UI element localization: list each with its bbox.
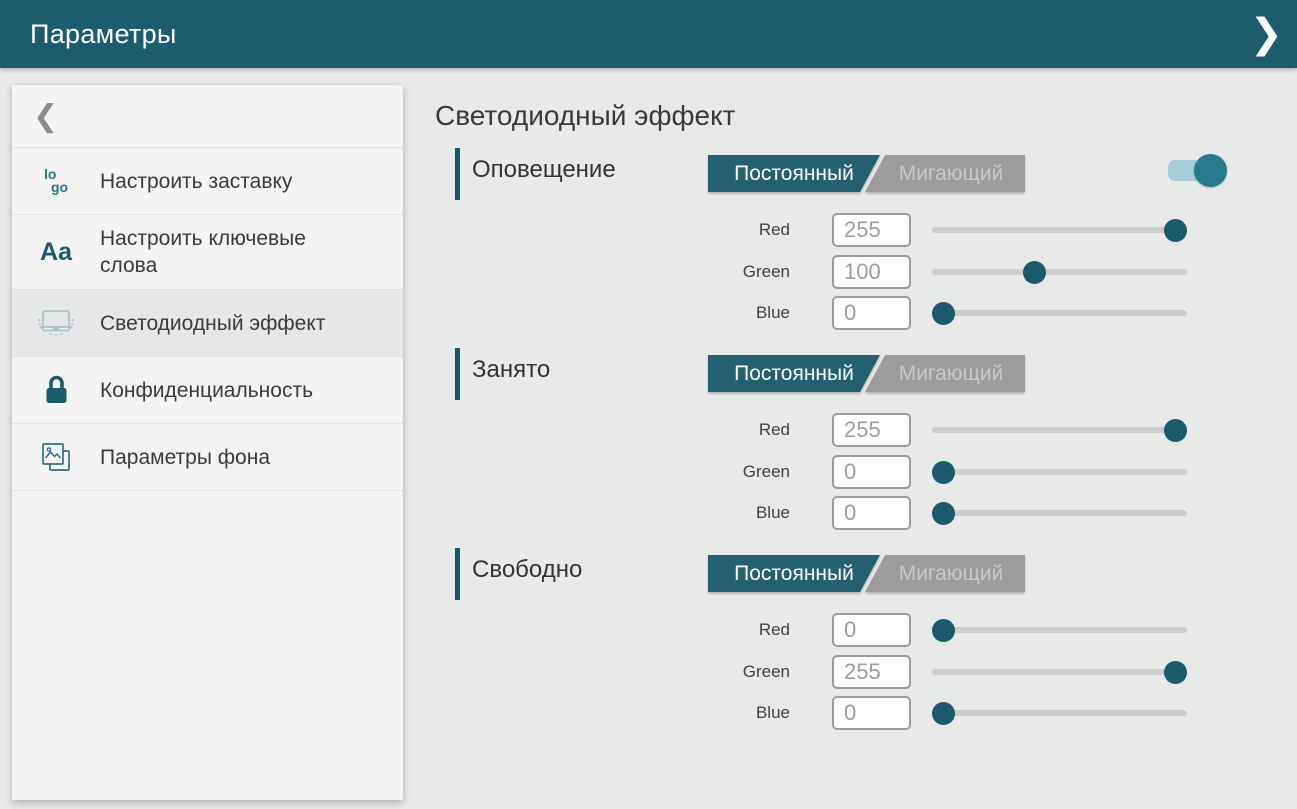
green-label: Green xyxy=(700,262,790,282)
blue-value-input[interactable] xyxy=(832,496,911,530)
blue-label: Blue xyxy=(700,303,790,323)
red-slider[interactable] xyxy=(932,219,1187,242)
sidebar-item-background[interactable]: Параметры фона xyxy=(12,424,403,491)
red-label: Red xyxy=(700,420,790,440)
blue-slider[interactable] xyxy=(932,502,1187,525)
section-name: Свободно xyxy=(472,556,582,584)
sidebar-item-label: Настроить ключевые слова xyxy=(100,215,352,289)
mode-segmented-control: Постоянный Мигающий xyxy=(708,555,1025,592)
section-busy: Занято Постоянный Мигающий Red Green Blu… xyxy=(455,345,1255,545)
led-screen-icon xyxy=(12,308,100,338)
red-value-input[interactable] xyxy=(832,413,911,447)
forward-chevron-icon[interactable]: ❯ xyxy=(1249,14,1283,54)
green-label: Green xyxy=(700,662,790,682)
green-label: Green xyxy=(700,462,790,482)
mode-solid-button[interactable]: Постоянный xyxy=(708,155,880,192)
mode-blinking-button[interactable]: Мигающий xyxy=(865,555,1025,592)
back-chevron-icon: ❮ xyxy=(33,99,58,134)
red-label: Red xyxy=(700,620,790,640)
background-images-icon xyxy=(12,441,100,473)
red-channel-row: Red xyxy=(700,613,1189,647)
enable-toggle-switch[interactable] xyxy=(1168,159,1228,183)
section-accent-bar xyxy=(455,148,460,200)
blue-label: Blue xyxy=(700,503,790,523)
section-accent-bar xyxy=(455,548,460,600)
blue-slider[interactable] xyxy=(932,302,1187,325)
green-value-input[interactable] xyxy=(832,655,911,689)
red-channel-row: Red xyxy=(700,413,1189,447)
sidebar-item-keywords[interactable]: Aa Настроить ключевые слова xyxy=(12,215,403,290)
section-free: Свободно Постоянный Мигающий Red Green B… xyxy=(455,545,1255,745)
sidebar-item-label: Параметры фона xyxy=(100,434,284,481)
red-value-input[interactable] xyxy=(832,213,911,247)
mode-solid-button[interactable]: Постоянный xyxy=(708,355,880,392)
mode-blinking-button[interactable]: Мигающий xyxy=(865,155,1025,192)
red-slider[interactable] xyxy=(932,419,1187,442)
sidebar-item-label: Светодиодный эффект xyxy=(100,300,339,347)
green-channel-row: Green xyxy=(700,255,1189,289)
red-slider[interactable] xyxy=(932,619,1187,642)
red-channel-row: Red xyxy=(700,213,1189,247)
page-title: Параметры xyxy=(30,19,177,50)
mode-blinking-button[interactable]: Мигающий xyxy=(865,355,1025,392)
sidebar-item-privacy[interactable]: Конфиденциальность xyxy=(12,357,403,424)
blue-label: Blue xyxy=(700,703,790,723)
blue-channel-row: Blue xyxy=(700,496,1189,530)
green-slider[interactable] xyxy=(932,661,1187,684)
mode-solid-button[interactable]: Постоянный xyxy=(708,555,880,592)
section-notification: Оповещение Постоянный Мигающий Red Green… xyxy=(455,145,1255,345)
section-name: Занято xyxy=(472,356,550,384)
red-label: Red xyxy=(700,220,790,240)
app-header: Параметры ❯ xyxy=(0,0,1297,68)
keywords-icon: Aa xyxy=(12,238,100,267)
green-slider[interactable] xyxy=(932,261,1187,284)
section-accent-bar xyxy=(455,348,460,400)
sidebar-item-splash-screen[interactable]: lo go Настроить заставку xyxy=(12,148,403,215)
green-value-input[interactable] xyxy=(832,455,911,489)
blue-channel-row: Blue xyxy=(700,296,1189,330)
green-value-input[interactable] xyxy=(832,255,911,289)
lock-icon xyxy=(12,374,100,406)
mode-segmented-control: Постоянный Мигающий xyxy=(708,155,1025,192)
switch-knob[interactable] xyxy=(1194,154,1227,187)
content-title: Светодиодный эффект xyxy=(435,100,736,132)
green-slider[interactable] xyxy=(932,461,1187,484)
section-name: Оповещение xyxy=(472,156,616,184)
green-channel-row: Green xyxy=(700,455,1189,489)
logo-icon: lo go xyxy=(12,168,100,194)
green-channel-row: Green xyxy=(700,655,1189,689)
led-effect-panel: Светодиодный эффект Оповещение Постоянны… xyxy=(403,68,1297,809)
sidebar-back-button[interactable]: ❮ xyxy=(12,85,403,148)
sidebar-item-label: Настроить заставку xyxy=(100,158,306,205)
blue-channel-row: Blue xyxy=(700,696,1189,730)
blue-slider[interactable] xyxy=(932,702,1187,725)
sidebar-item-led-effect[interactable]: Светодиодный эффект xyxy=(12,290,403,357)
red-value-input[interactable] xyxy=(832,613,911,647)
sidebar-item-label: Конфиденциальность xyxy=(100,367,327,414)
settings-sidebar: ❮ lo go Настроить заставку Aa Настроить … xyxy=(12,85,403,800)
blue-value-input[interactable] xyxy=(832,696,911,730)
mode-segmented-control: Постоянный Мигающий xyxy=(708,355,1025,392)
logo-icon-line2: go xyxy=(51,181,68,194)
blue-value-input[interactable] xyxy=(832,296,911,330)
